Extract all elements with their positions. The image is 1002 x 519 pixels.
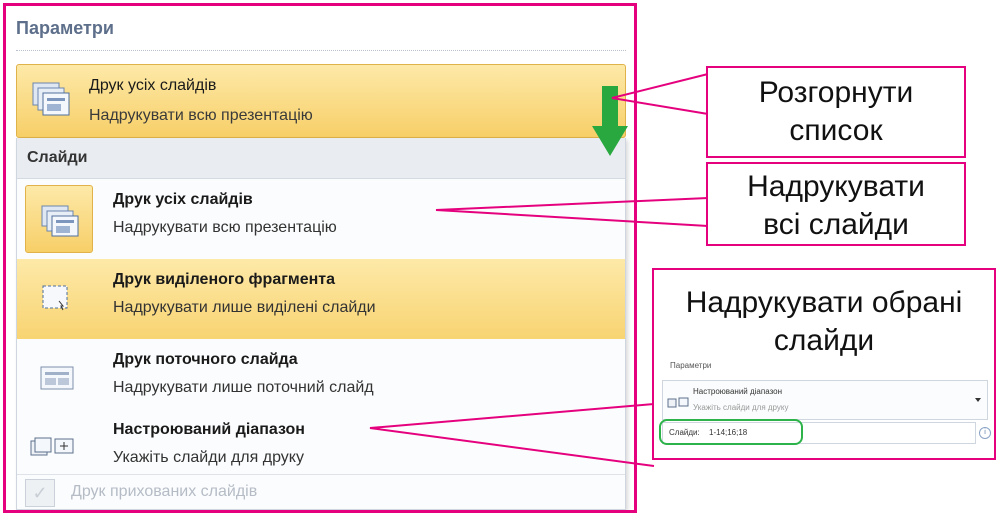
info-icon[interactable]: i	[979, 427, 991, 439]
mini-range-dropdown[interactable]: Настроюваний діапазон Укажіть слайди для…	[662, 380, 988, 420]
mini-settings-title: Параметри	[670, 361, 712, 370]
mini-dropdown-title: Настроюваний діапазон	[693, 387, 783, 396]
callout-text-line: слайди	[773, 324, 875, 357]
mini-dropdown-description: Укажіть слайди для друку	[693, 403, 789, 412]
chevron-down-icon[interactable]	[975, 398, 981, 402]
callout-print-all: Надрукувати всі слайди	[706, 162, 966, 246]
callout-text-line: Надрукувати обрані	[685, 286, 963, 319]
callout-expand-list: Розгорнути список	[706, 66, 966, 158]
custom-range-icon	[667, 397, 689, 408]
highlight-oval	[659, 419, 803, 445]
callout-text-line: Надрукувати	[747, 170, 925, 203]
callout-text-line: всі слайди	[763, 208, 909, 241]
callout-text-line: Розгорнути	[758, 76, 914, 109]
callout-text-line: список	[789, 114, 883, 147]
